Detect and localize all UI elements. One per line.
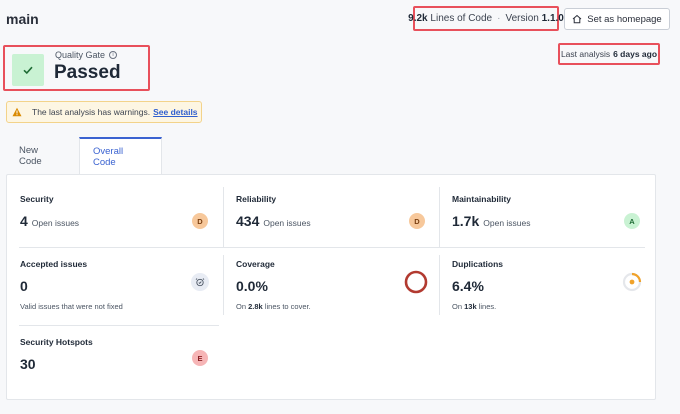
divider bbox=[223, 187, 224, 247]
divider bbox=[223, 255, 224, 315]
quality-gate-result: Passed bbox=[54, 62, 121, 83]
set-as-homepage-button[interactable]: Set as homepage bbox=[564, 8, 670, 30]
coverage-ring-icon bbox=[404, 270, 428, 294]
home-icon bbox=[572, 14, 582, 24]
duplications-donut-icon bbox=[622, 272, 642, 292]
separator-dot: · bbox=[497, 13, 501, 24]
accepted-issues-metric[interactable]: Accepted issues 0 Valid issues that were… bbox=[20, 259, 123, 311]
divider bbox=[439, 187, 440, 247]
duplications-value[interactable]: 6.4% bbox=[452, 278, 484, 294]
reliability-metric[interactable]: Reliability 434 Open issues bbox=[236, 194, 311, 229]
duplications-description: On 13k lines. bbox=[452, 302, 497, 311]
last-analysis: Last analysis 6 days ago bbox=[558, 43, 660, 65]
quality-gate-status: Quality Gate i Passed bbox=[3, 45, 150, 91]
security-hotspots-metric[interactable]: Security Hotspots 30 bbox=[20, 337, 93, 372]
maintainability-value[interactable]: 1.7k bbox=[452, 213, 479, 229]
accepted-issues-value[interactable]: 0 bbox=[20, 278, 28, 294]
branch-name[interactable]: main bbox=[6, 11, 39, 27]
version-value: 1.1.0 bbox=[541, 13, 564, 24]
reliability-value[interactable]: 434 bbox=[236, 213, 259, 229]
coverage-metric[interactable]: Coverage 0.0% On 2.8k lines to cover. bbox=[236, 259, 311, 311]
coverage-value[interactable]: 0.0% bbox=[236, 278, 268, 294]
passed-check-icon bbox=[12, 54, 44, 86]
warning-icon bbox=[12, 107, 22, 117]
version-label: Version bbox=[505, 13, 539, 24]
code-tabs: New Code Overall Code bbox=[6, 137, 162, 174]
tab-overall-code[interactable]: Overall Code bbox=[79, 137, 162, 174]
security-metric[interactable]: Security 4 Open issues bbox=[20, 194, 79, 229]
reliability-rating-badge[interactable]: D bbox=[409, 213, 425, 229]
last-analysis-label: Last analysis bbox=[560, 49, 611, 59]
accepted-issues-description: Valid issues that were not fixed bbox=[20, 302, 123, 311]
security-hotspots-value[interactable]: 30 bbox=[20, 356, 36, 372]
divider bbox=[19, 247, 645, 248]
coverage-description: On 2.8k lines to cover. bbox=[236, 302, 311, 311]
see-details-link[interactable]: See details bbox=[153, 107, 197, 117]
security-rating-badge[interactable]: D bbox=[192, 213, 208, 229]
security-hotspots-rating-badge[interactable]: E bbox=[192, 350, 208, 366]
warning-text: The last analysis has warnings. bbox=[32, 107, 151, 117]
lines-of-code-version: 9.2k Lines of Code · Version 1.1.0 bbox=[408, 6, 564, 31]
accepted-issues-icon bbox=[191, 273, 209, 291]
last-analysis-value: 6 days ago bbox=[613, 49, 658, 59]
security-value[interactable]: 4 bbox=[20, 213, 28, 229]
divider bbox=[439, 255, 440, 315]
metrics-panel: Security 4 Open issues D Reliability 434 O… bbox=[6, 174, 656, 400]
maintainability-metric[interactable]: Maintainability 1.7k Open issues bbox=[452, 194, 531, 229]
set-as-homepage-label: Set as homepage bbox=[587, 13, 662, 25]
duplications-metric[interactable]: Duplications 6.4% On 13k lines. bbox=[452, 259, 503, 311]
divider bbox=[19, 325, 219, 326]
tab-new-code[interactable]: New Code bbox=[6, 137, 76, 174]
loc-value: 9.2k bbox=[408, 13, 428, 24]
maintainability-rating-badge[interactable]: A bbox=[624, 213, 640, 229]
quality-gate-label: Quality Gate i bbox=[55, 50, 118, 60]
info-icon[interactable]: i bbox=[109, 51, 118, 59]
analysis-warning-banner: The last analysis has warnings. See detai… bbox=[6, 101, 202, 123]
loc-label: Lines of Code bbox=[430, 13, 493, 24]
project-header: main 9.2k Lines of Code · Version 1.1.0 … bbox=[0, 0, 680, 38]
